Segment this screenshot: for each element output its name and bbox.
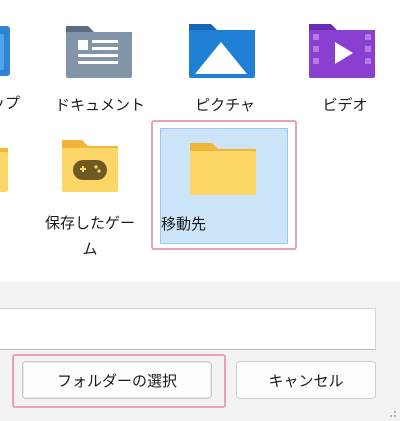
documents-folder-icon bbox=[66, 26, 132, 78]
folder-item-desktop[interactable]: ップ bbox=[0, 20, 20, 120]
select-folder-label: フォルダーの選択 bbox=[56, 371, 177, 390]
folder-item-destination[interactable]: 移動先 bbox=[160, 128, 288, 244]
folder-label: ップ bbox=[0, 94, 20, 112]
folder-path-input[interactable] bbox=[0, 308, 376, 350]
pictures-folder-icon bbox=[189, 24, 255, 78]
folder-item-saved-games[interactable]: 保存したゲー ム bbox=[40, 136, 140, 266]
folder-icon bbox=[190, 143, 256, 195]
videos-folder-icon bbox=[309, 24, 375, 78]
dialog-footer: フォルダーの選択 キャンセル bbox=[0, 282, 400, 421]
folder-item-videos[interactable]: ビデオ bbox=[295, 18, 395, 118]
folder-item-documents[interactable]: ドキュメント bbox=[50, 18, 150, 118]
folder-item-pictures[interactable]: ピクチャ bbox=[175, 18, 275, 118]
folder-label-line1: 保存したゲー bbox=[44, 214, 135, 232]
folder-label: 移動先 bbox=[161, 215, 207, 233]
folder-label: ビデオ bbox=[322, 96, 368, 114]
resize-grip-icon[interactable] bbox=[387, 408, 397, 418]
folder-icon bbox=[0, 148, 8, 192]
select-folder-button[interactable]: フォルダーの選択 bbox=[22, 361, 212, 399]
saved-games-folder-icon bbox=[62, 140, 118, 192]
cancel-button[interactable]: キャンセル bbox=[236, 361, 376, 399]
folder-label-line2: ム bbox=[82, 240, 98, 258]
folder-item-partial[interactable] bbox=[0, 138, 10, 218]
desktop-folder-icon bbox=[0, 26, 10, 76]
file-list: ップ ドキュメント ピクチャ bbox=[0, 0, 400, 282]
folder-label: ドキュメント bbox=[54, 96, 145, 114]
folder-label: ピクチャ bbox=[195, 96, 255, 114]
cancel-label: キャンセル bbox=[268, 371, 344, 390]
